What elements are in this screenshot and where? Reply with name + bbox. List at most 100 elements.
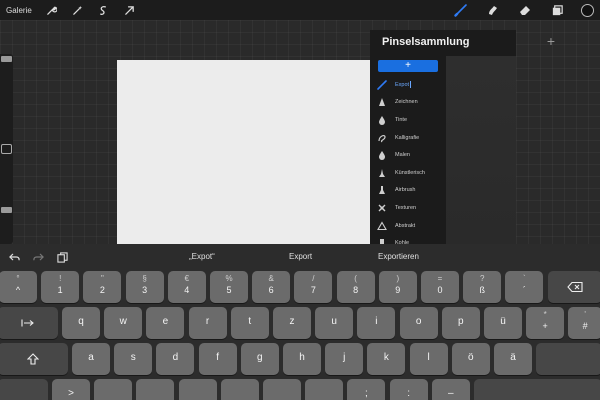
brush-set-item[interactable]: Künstlerisch [376,164,442,182]
suggestion-1[interactable]: „Expot“ [189,252,215,261]
number-key[interactable]: /7 [294,271,333,303]
selection-icon[interactable] [96,2,112,18]
brush-icon[interactable] [453,2,469,18]
bottom-row-key[interactable]: ; [347,379,386,400]
symbol-key[interactable]: * + [526,307,565,339]
smudge-icon[interactable] [485,2,501,18]
bottom-row-key[interactable] [305,379,344,400]
tab-key[interactable] [0,307,58,339]
number-key[interactable]: ! 1 [41,271,80,303]
brush-set-item[interactable]: Kalligrafie [376,129,442,147]
key-label: # [582,321,588,331]
suggestion-2[interactable]: Export [289,252,312,261]
letter-key[interactable]: q [62,307,100,339]
symbol-key[interactable]: ' # [568,307,600,339]
bottom-row-key[interactable]: > [52,379,90,400]
wrench-icon[interactable] [44,2,60,18]
return-key[interactable] [536,343,600,375]
brush-size-slider-thumb[interactable] [1,56,12,62]
shift-key-right[interactable] [474,379,600,400]
left-sidebar [0,54,13,244]
number-key[interactable]: ? ß [463,271,502,303]
opacity-slider-thumb[interactable] [1,207,12,213]
brush-set-item[interactable]: Malen [376,146,442,164]
brush-set-item[interactable]: Expot [376,76,442,94]
letter-key[interactable]: u [315,307,354,339]
redo-icon[interactable] [32,251,44,263]
letter-key[interactable]: ü [484,307,522,339]
calligraphy-icon [376,132,388,144]
letter-key[interactable]: ä [494,343,532,375]
number-key[interactable]: " 2 [83,271,122,303]
letter-key[interactable]: f [198,343,237,375]
letter-key[interactable]: s [114,343,153,375]
number-key[interactable]: = 0 [421,271,459,303]
bottom-row-key[interactable]: : [389,379,428,400]
backspace-key[interactable] [547,271,600,303]
brush-set-item[interactable]: Tinte [376,111,442,129]
shift-key[interactable] [0,343,68,375]
add-brush-button[interactable]: + [547,33,555,49]
bottom-row-key[interactable] [263,379,301,400]
number-key[interactable]: ` ´ [505,271,544,303]
brush-set-item[interactable]: Abstrakt [376,217,442,235]
letter-key[interactable]: a [72,343,110,375]
brush-set-label: Expot [395,81,412,89]
letter-key[interactable]: l [409,343,448,375]
letter-key[interactable]: t [230,307,269,339]
key-label: ´ [522,285,526,295]
shift-key-bottom[interactable] [0,379,48,400]
layers-icon[interactable] [549,2,565,18]
letter-key[interactable]: p [441,307,480,339]
brush-set-item[interactable]: Zeichnen [376,94,442,112]
brush-set-label: Airbrush [395,187,416,194]
brush-set-item[interactable]: Airbrush [376,182,442,200]
suggestion-3[interactable]: Exportieren [378,252,419,261]
undo-icon[interactable] [8,251,20,263]
paste-icon[interactable] [56,251,68,263]
letter-key[interactable]: j [325,343,364,375]
number-key[interactable]: § 3 [125,271,164,303]
brush-library-header: + [370,30,560,50]
key-shift-label: & [268,274,274,283]
letter-key[interactable]: e [146,307,185,339]
brush-set-item[interactable]: Texturen [376,199,442,217]
letter-key[interactable]: z [273,307,311,339]
brush-set-item[interactable]: Kohle [376,234,442,244]
bottom-row-key[interactable]: – [431,379,470,400]
key-label: s [130,352,136,363]
number-key[interactable]: & 6 [252,271,291,303]
number-key[interactable]: €4 [167,271,206,303]
brush-stroke-icon [376,79,388,91]
bottom-row-key[interactable] [220,379,259,400]
magic-wand-icon[interactable] [70,2,86,18]
pencil-tip-icon [376,96,388,108]
number-key[interactable]: ) 9 [378,271,417,303]
letter-key[interactable]: k [367,343,406,375]
letter-key[interactable]: w [104,307,143,339]
letter-key[interactable]: d [156,343,195,375]
letter-key[interactable]: r [188,307,227,339]
letter-key[interactable]: i [357,307,396,339]
color-picker-button[interactable] [581,3,594,17]
letter-key[interactable]: o [399,307,438,339]
key-label: l [427,352,430,363]
brush-set-label: Kalligrafie [395,134,420,141]
bottom-row-key[interactable] [94,379,133,400]
new-brush-set-button[interactable]: + [378,60,438,72]
modify-button[interactable] [1,144,12,154]
key-label: d [172,352,179,363]
paint-drop-icon [376,149,388,161]
letter-key[interactable]: g [240,343,279,375]
letter-key[interactable]: h [283,343,321,375]
number-key[interactable]: ° ^ [0,271,37,303]
gallery-button[interactable]: Galerie [6,6,32,15]
bottom-row-key[interactable] [136,379,175,400]
letter-key[interactable]: ö [451,343,490,375]
eraser-icon[interactable] [517,2,533,18]
bottom-row-key[interactable] [178,379,217,400]
transform-arrow-icon[interactable] [122,2,138,18]
drawing-canvas[interactable] [117,60,371,244]
number-key[interactable]: % 5 [210,271,248,303]
number-key[interactable]: (8 [336,271,375,303]
